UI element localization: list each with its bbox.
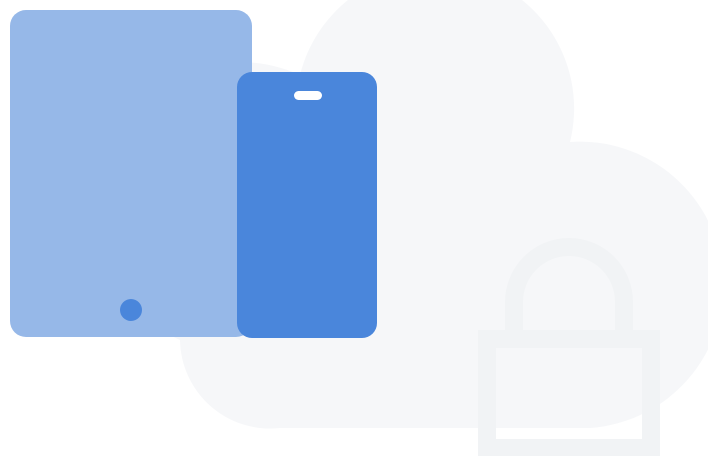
tablet-home-button <box>120 299 142 321</box>
illustration-canvas <box>0 0 708 456</box>
phone-speaker <box>294 91 322 100</box>
tablet-icon <box>10 10 252 337</box>
tablet-body <box>10 10 252 337</box>
phone-body <box>237 72 377 338</box>
phone-icon <box>237 72 377 338</box>
devices-cloud-lock-illustration <box>10 0 708 456</box>
